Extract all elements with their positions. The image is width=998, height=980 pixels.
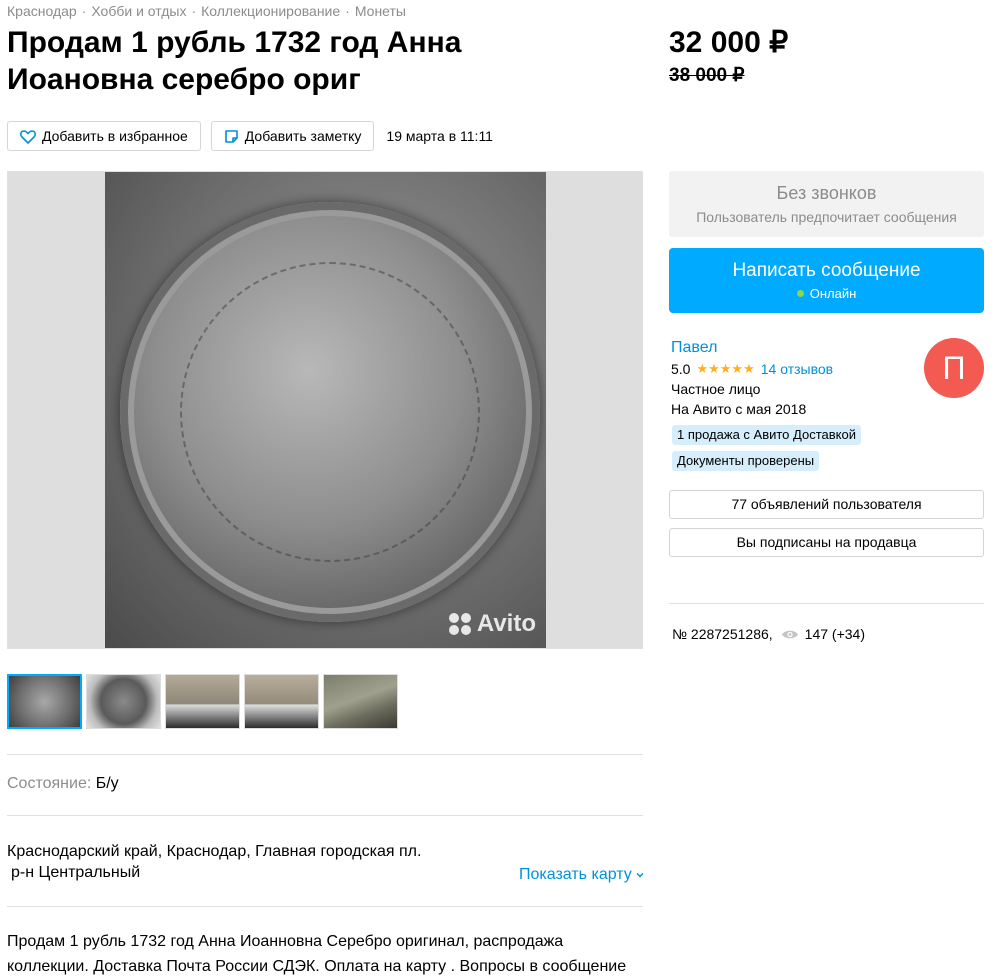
breadcrumb-separator: · xyxy=(345,3,350,19)
old-price: 38 000 ₽ xyxy=(669,65,745,86)
seller-name[interactable]: Павел xyxy=(671,339,717,357)
thumbnail-image xyxy=(324,675,397,728)
subscribed-button[interactable]: Вы подписаны на продавца xyxy=(669,528,984,557)
condition-label: Состояние: xyxy=(7,775,92,792)
rating-value: 5.0 xyxy=(671,361,691,377)
gallery-blur-left xyxy=(8,172,108,648)
gallery-blur-right xyxy=(542,172,642,648)
breadcrumb-item-coins[interactable]: Монеты xyxy=(355,3,406,19)
breadcrumb-separator: · xyxy=(81,3,87,19)
divider xyxy=(7,815,643,816)
address: Краснодарский край, Краснодар, Главная г… xyxy=(7,843,422,860)
divider xyxy=(669,603,984,604)
breadcrumb-item-collecting[interactable]: Коллекционирование xyxy=(201,3,340,19)
condition-row: Состояние: Б/у xyxy=(7,775,119,793)
avatar[interactable]: П xyxy=(924,338,984,398)
ad-number: № 2287251286, xyxy=(672,626,773,642)
documents-verified-badge: Документы проверены xyxy=(672,451,820,471)
no-calls-subtitle: Пользователь предпочитает сообщения xyxy=(696,209,957,225)
main-photo[interactable]: Avito xyxy=(105,172,546,648)
publish-date: 19 марта в 11:11 xyxy=(386,128,493,144)
avito-watermark: Avito xyxy=(448,610,536,638)
thumbnail-strip xyxy=(7,674,402,729)
reviews-link[interactable]: 14 отзывов xyxy=(761,361,833,377)
breadcrumb: Краснодар · Хобби и отдых · Коллекционирован… xyxy=(7,3,406,19)
district: р-н Центральный xyxy=(11,864,141,881)
no-calls-title: Без звонков xyxy=(776,183,877,203)
online-status: Онлайн xyxy=(669,286,984,301)
no-calls-notice: Без звонков Пользователь предпочитает со… xyxy=(669,171,984,237)
add-note-button[interactable]: Добавить заметку xyxy=(210,121,375,151)
write-message-button[interactable]: Написать сообщение Онлайн xyxy=(669,248,984,313)
coin-portrait xyxy=(180,262,480,562)
thumbnail-image xyxy=(166,675,239,728)
thumbnail-image xyxy=(245,675,318,728)
view-count: 147 (+34) xyxy=(804,626,865,642)
thumbnail-4[interactable] xyxy=(244,674,319,729)
divider xyxy=(7,754,643,755)
watermark-text: Avito xyxy=(476,610,536,637)
avito-logo-icon xyxy=(448,613,471,635)
add-note-label: Добавить заметку xyxy=(244,128,362,144)
photo-gallery[interactable]: Avito xyxy=(7,171,643,649)
seller-ads-button[interactable]: 77 объявлений пользователя xyxy=(669,490,984,519)
coin-image xyxy=(120,202,540,622)
condition-value: Б/у xyxy=(95,775,119,792)
breadcrumb-item-hobby[interactable]: Хобби и отдых xyxy=(91,3,186,19)
show-map-label: Показать карту xyxy=(519,866,632,883)
breadcrumb-item-city[interactable]: Краснодар xyxy=(7,3,77,19)
eye-icon xyxy=(781,630,798,638)
note-icon xyxy=(224,129,238,143)
show-map-link[interactable]: Показать карту xyxy=(519,866,645,884)
ad-meta: № 2287251286, 147 (+34) xyxy=(672,626,865,642)
action-bar: Добавить в избранное Добавить заметку 19… xyxy=(7,121,493,151)
seller-rating: 5.0 ★★★★★ 14 отзывов xyxy=(671,361,833,377)
online-dot-icon xyxy=(796,290,804,297)
price: 32 000 ₽ xyxy=(669,26,789,59)
chevron-down-icon xyxy=(636,872,644,878)
breadcrumb-separator: · xyxy=(191,3,197,19)
add-to-favorites-button[interactable]: Добавить в избранное xyxy=(7,121,201,151)
seller-type: Частное лицо xyxy=(671,381,761,397)
thumbnail-5[interactable] xyxy=(323,674,398,729)
seller-since: На Авито с мая 2018 xyxy=(671,401,807,417)
online-label: Онлайн xyxy=(809,286,857,301)
divider xyxy=(7,906,643,907)
thumbnail-3[interactable] xyxy=(165,674,240,729)
thumbnail-image xyxy=(87,675,160,728)
add-to-favorites-label: Добавить в избранное xyxy=(42,128,188,144)
description: Продам 1 рубль 1732 год Анна Иоанновна С… xyxy=(7,933,627,975)
write-message-label: Написать сообщение xyxy=(732,260,921,281)
delivery-badge: 1 продажа с Авито Доставкой xyxy=(672,425,861,445)
page-title: Продам 1 рубль 1732 год Анна Иоановна се… xyxy=(7,26,462,96)
thumbnail-1[interactable] xyxy=(7,674,82,729)
rating-stars-icon: ★★★★★ xyxy=(696,361,755,376)
thumbnail-image xyxy=(9,676,80,727)
heart-icon xyxy=(20,129,36,144)
thumbnail-2[interactable] xyxy=(86,674,161,729)
